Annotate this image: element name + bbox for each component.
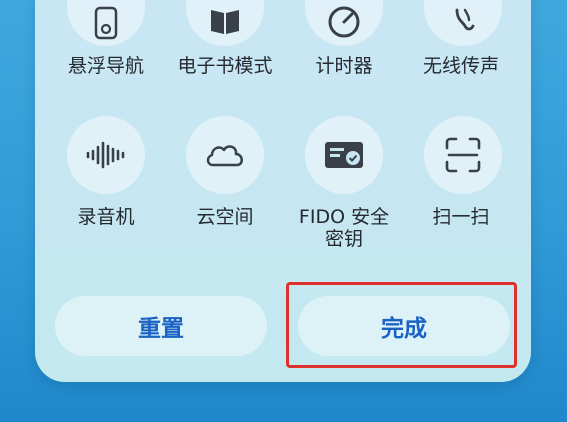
- scan-icon: [445, 137, 481, 173]
- timer-icon: [328, 6, 360, 38]
- tile-fido-key[interactable]: [305, 116, 383, 194]
- tile-scan[interactable]: [424, 116, 502, 194]
- floating-nav-icon: [94, 6, 118, 40]
- sound-wave-icon: [86, 141, 125, 169]
- security-key-icon: [325, 142, 363, 168]
- tile-recorder[interactable]: [67, 116, 145, 194]
- ebook-icon: [211, 10, 239, 34]
- tile-cloud-space[interactable]: [186, 116, 264, 194]
- reset-button[interactable]: 重置: [55, 296, 267, 356]
- cloud-icon: [206, 145, 243, 167]
- tile-wireless-audio-label: 无线传声: [422, 55, 499, 77]
- tile-scan-label: 扫一扫: [432, 206, 490, 228]
- done-button-highlight-box: [286, 282, 517, 368]
- tile-fido-key-label-line2: 密钥: [324, 228, 363, 250]
- ear-icon: [455, 8, 475, 31]
